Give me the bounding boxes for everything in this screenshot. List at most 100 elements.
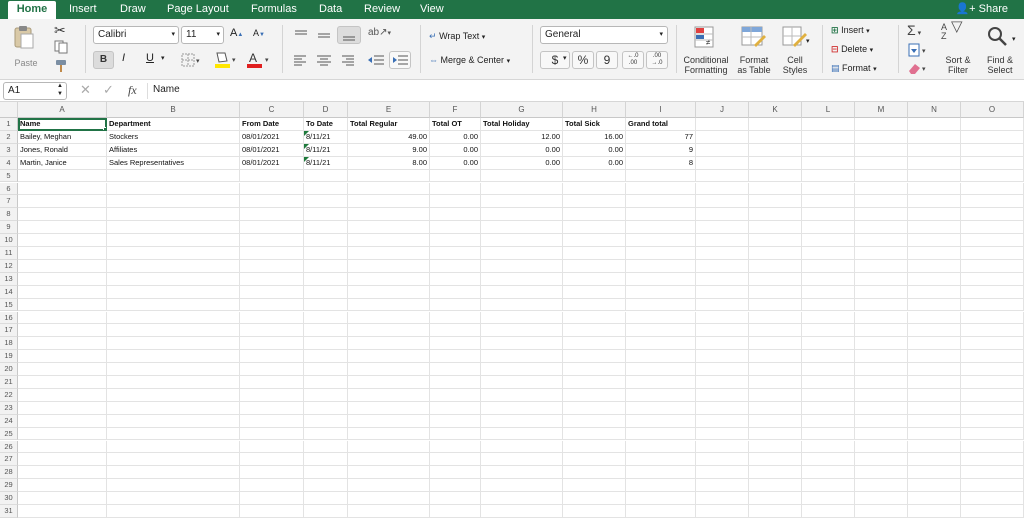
cell-e20[interactable] bbox=[348, 363, 430, 376]
cell-c19[interactable] bbox=[240, 350, 304, 364]
cell-m24[interactable] bbox=[855, 414, 908, 428]
cell-c5[interactable] bbox=[240, 169, 304, 183]
cell-m3[interactable] bbox=[855, 143, 908, 157]
cell-n7[interactable] bbox=[908, 195, 961, 209]
cell-g11[interactable] bbox=[481, 247, 563, 260]
cell-j25[interactable] bbox=[696, 427, 749, 441]
cell-i10[interactable] bbox=[626, 234, 696, 247]
cell-k1[interactable] bbox=[749, 118, 802, 131]
cell-e31[interactable] bbox=[348, 505, 430, 518]
cell-m4[interactable] bbox=[855, 156, 908, 170]
cell-j9[interactable] bbox=[696, 221, 749, 235]
cell-d10[interactable] bbox=[304, 234, 348, 247]
cell-m22[interactable] bbox=[855, 388, 908, 402]
cell-i24[interactable] bbox=[626, 414, 696, 428]
cell-f18[interactable] bbox=[430, 337, 481, 351]
underline-button[interactable]: U bbox=[146, 52, 160, 68]
cell-l12[interactable] bbox=[802, 259, 855, 273]
decrease-font-size-button[interactable]: A▼ bbox=[253, 28, 265, 38]
column-header-i[interactable]: I bbox=[626, 102, 696, 118]
cell-g8[interactable] bbox=[481, 208, 563, 222]
orientation-icon[interactable]: ab↗▾ bbox=[368, 27, 396, 43]
cell-c23[interactable] bbox=[240, 401, 304, 415]
cell-n3[interactable] bbox=[908, 143, 961, 157]
cell-a11[interactable] bbox=[18, 247, 107, 260]
cell-g16[interactable] bbox=[481, 311, 563, 325]
cell-f13[interactable] bbox=[430, 272, 481, 286]
cell-n12[interactable] bbox=[908, 259, 961, 273]
cell-k23[interactable] bbox=[749, 401, 802, 415]
cell-a24[interactable] bbox=[18, 414, 107, 428]
cell-k19[interactable] bbox=[749, 350, 802, 364]
cell-l3[interactable] bbox=[802, 143, 855, 157]
row-header-27[interactable]: 27 bbox=[0, 453, 18, 467]
cell-n10[interactable] bbox=[908, 234, 961, 247]
cell-f26[interactable] bbox=[430, 440, 481, 454]
currency-chevron-icon[interactable]: ▾ bbox=[563, 54, 567, 62]
cell-b9[interactable] bbox=[107, 221, 240, 235]
cell-k29[interactable] bbox=[749, 479, 802, 493]
cell-b14[interactable] bbox=[107, 285, 240, 299]
cell-styles-button[interactable]: ▾ Cell Styles bbox=[776, 23, 814, 77]
sort-filter-button[interactable]: A Z ▽ Sort & Filter bbox=[938, 19, 978, 77]
cell-c4[interactable]: 08/01/2021 bbox=[240, 156, 304, 170]
cell-a14[interactable] bbox=[18, 285, 107, 299]
tab-review[interactable]: Review bbox=[364, 0, 400, 19]
cell-o3[interactable] bbox=[961, 143, 1024, 157]
row-header-30[interactable]: 30 bbox=[0, 492, 18, 505]
cell-i4[interactable]: 8 bbox=[626, 156, 696, 170]
cell-c14[interactable] bbox=[240, 285, 304, 299]
cell-g24[interactable] bbox=[481, 414, 563, 428]
cell-d2[interactable]: 8/11/21 bbox=[304, 130, 348, 144]
cell-i30[interactable] bbox=[626, 492, 696, 505]
cell-g3[interactable]: 0.00 bbox=[481, 143, 563, 157]
cell-k25[interactable] bbox=[749, 427, 802, 441]
row-header-8[interactable]: 8 bbox=[0, 208, 18, 222]
cell-n26[interactable] bbox=[908, 440, 961, 454]
cell-m20[interactable] bbox=[855, 363, 908, 376]
bold-button[interactable]: B bbox=[93, 51, 114, 69]
cell-e18[interactable] bbox=[348, 337, 430, 351]
align-center-icon[interactable] bbox=[314, 53, 334, 67]
row-header-5[interactable]: 5 bbox=[0, 169, 18, 183]
row-header-1[interactable]: 1 bbox=[0, 118, 18, 131]
cell-g31[interactable] bbox=[481, 505, 563, 518]
cell-l5[interactable] bbox=[802, 169, 855, 183]
row-header-3[interactable]: 3 bbox=[0, 143, 18, 157]
tab-view[interactable]: View bbox=[420, 0, 444, 19]
cell-g26[interactable] bbox=[481, 440, 563, 454]
cell-l14[interactable] bbox=[802, 285, 855, 299]
number-format-select[interactable]: General ▾ bbox=[540, 26, 668, 44]
cell-a30[interactable] bbox=[18, 492, 107, 505]
copy-icon[interactable] bbox=[54, 40, 68, 54]
cell-h29[interactable] bbox=[563, 479, 626, 493]
cell-c28[interactable] bbox=[240, 466, 304, 480]
cell-d1[interactable]: To Date bbox=[304, 118, 348, 131]
cell-k17[interactable] bbox=[749, 324, 802, 338]
cell-c15[interactable] bbox=[240, 298, 304, 312]
cell-n30[interactable] bbox=[908, 492, 961, 505]
cell-d31[interactable] bbox=[304, 505, 348, 518]
align-right-icon[interactable] bbox=[337, 53, 357, 67]
percent-button[interactable]: % bbox=[572, 51, 594, 69]
cell-d27[interactable] bbox=[304, 453, 348, 467]
cell-f31[interactable] bbox=[430, 505, 481, 518]
cell-i14[interactable] bbox=[626, 285, 696, 299]
cell-i13[interactable] bbox=[626, 272, 696, 286]
cell-h30[interactable] bbox=[563, 492, 626, 505]
cell-e3[interactable]: 9.00 bbox=[348, 143, 430, 157]
cell-h19[interactable] bbox=[563, 350, 626, 364]
tab-draw[interactable]: Draw bbox=[120, 0, 146, 19]
cell-a27[interactable] bbox=[18, 453, 107, 467]
cell-j5[interactable] bbox=[696, 169, 749, 183]
cell-l2[interactable] bbox=[802, 130, 855, 144]
cell-k7[interactable] bbox=[749, 195, 802, 209]
font-size-select[interactable]: 11 ▾ bbox=[181, 26, 224, 44]
cell-a26[interactable] bbox=[18, 440, 107, 454]
cell-f30[interactable] bbox=[430, 492, 481, 505]
row-header-16[interactable]: 16 bbox=[0, 311, 18, 325]
cell-e15[interactable] bbox=[348, 298, 430, 312]
cell-n28[interactable] bbox=[908, 466, 961, 480]
column-header-o[interactable]: O bbox=[961, 102, 1024, 118]
cell-m10[interactable] bbox=[855, 234, 908, 247]
